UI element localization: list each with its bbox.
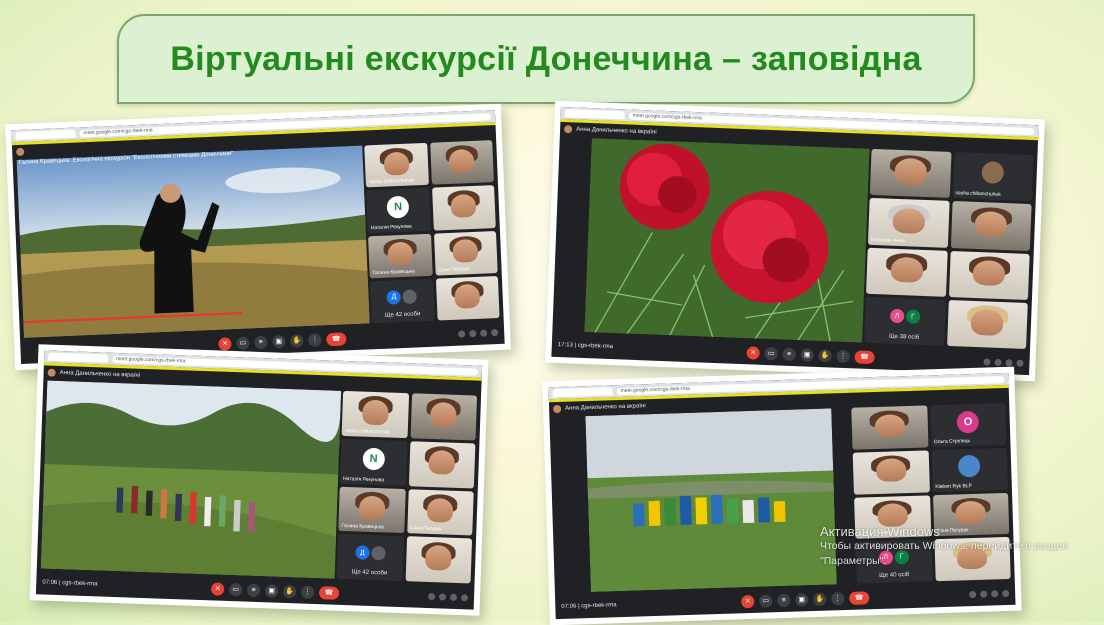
captions-icon[interactable]: ≡ — [782, 347, 796, 361]
more-options-icon[interactable]: ⋮ — [308, 332, 322, 347]
mic-off-icon[interactable]: ✕ — [741, 594, 755, 608]
present-icon[interactable]: ▣ — [272, 334, 286, 348]
watermark-title: Активация Windows — [820, 524, 940, 539]
info-icon[interactable] — [969, 590, 977, 598]
participant-tile[interactable] — [852, 450, 930, 495]
participant-tile[interactable]: N Наталія Рекунова — [339, 438, 407, 486]
camera-icon[interactable]: ▭ — [228, 582, 243, 596]
participant-tile[interactable] — [408, 440, 476, 489]
camera-icon[interactable]: ▭ — [764, 346, 778, 360]
meeting-avatar — [16, 147, 25, 157]
end-call-button[interactable]: ☎ — [326, 331, 347, 346]
camera-icon[interactable]: ▭ — [759, 593, 773, 608]
participant-tile[interactable] — [435, 275, 500, 321]
mic-off-icon[interactable]: ✕ — [210, 581, 225, 596]
slide-title: Віртуальні екскурсії Донеччина – заповід… — [170, 39, 922, 78]
participant-tile[interactable] — [851, 405, 929, 450]
participant-tile[interactable] — [405, 536, 473, 584]
presented-photo-group — [585, 408, 837, 593]
people-icon[interactable] — [469, 329, 477, 337]
participant-tile[interactable] — [869, 148, 952, 199]
meeting-label: Анна Данильченко на вкраїні — [59, 369, 141, 379]
participant-grid: sasha chikanchuhuk N Наталія Рекунова Гал… — [364, 140, 500, 324]
participant-tile[interactable]: Галина Кравецька — [338, 486, 406, 534]
watermark-line-2: Чтобы активировать Windows, перейдите в … — [820, 540, 1068, 552]
presented-photo-hike — [40, 380, 342, 579]
participant-grid: sasha chikanchuhuk Коніцева Анна Л Г Ще 38… — [864, 148, 1034, 349]
more-participants-tile[interactable]: Д Ще 42 особи — [336, 534, 404, 582]
more-participants-tile[interactable]: Д Ще 42 особи — [369, 278, 435, 324]
captions-icon[interactable]: ≡ — [246, 583, 261, 597]
camera-icon[interactable]: ▭ — [236, 335, 250, 350]
meet-screenshot-2: meet.google.com/cgs-rbek-rma Анна Даниль… — [545, 100, 1045, 382]
participant-tile[interactable] — [410, 393, 478, 441]
info-icon[interactable] — [983, 357, 991, 366]
meet-screenshot-3: meet.google.com/cgs-rbek-rma Анна Даниль… — [29, 344, 489, 616]
meeting-avatar — [47, 368, 56, 377]
activities-icon[interactable] — [460, 593, 469, 601]
participant-tile[interactable]: Соня Погурак — [406, 488, 474, 536]
raise-hand-icon[interactable]: ✋ — [282, 584, 297, 598]
captions-icon[interactable]: ≡ — [777, 593, 791, 607]
people-icon[interactable] — [994, 358, 1002, 366]
activities-icon[interactable] — [1016, 359, 1024, 367]
chat-icon[interactable] — [480, 328, 488, 337]
activities-icon[interactable] — [1002, 589, 1010, 597]
participant-tile[interactable]: sasha chikanchuhuk — [364, 142, 429, 188]
people-icon[interactable] — [980, 590, 988, 598]
end-call-button[interactable]: ☎ — [318, 585, 340, 600]
windows-activation-watermark: Активация Windows Чтобы активировать Win… — [820, 524, 1068, 569]
watermark-line-3: "Параметры". — [820, 555, 887, 567]
participant-tile[interactable]: Коніцева Анна — [867, 198, 950, 248]
presented-video: Галина Кравецька. Екологічна екскурсія "… — [16, 145, 370, 338]
participant-tile[interactable]: Соня Погурак — [433, 230, 498, 276]
more-options-icon[interactable]: ⋮ — [836, 349, 850, 363]
end-call-button[interactable]: ☎ — [854, 349, 875, 364]
present-icon[interactable]: ▣ — [795, 592, 809, 607]
mic-off-icon[interactable]: ✕ — [746, 345, 760, 360]
raise-hand-icon[interactable]: ✋ — [818, 348, 832, 362]
meeting-avatar — [553, 404, 562, 414]
chat-icon[interactable] — [1005, 358, 1013, 366]
participant-tile[interactable] — [431, 185, 496, 231]
participant-tile[interactable]: Галина Кравецька — [368, 233, 433, 279]
participant-tile[interactable] — [948, 250, 1030, 300]
more-participants-tile[interactable]: Л Г Ще 38 осіб — [864, 296, 946, 346]
meeting-label: Анна Данильченко на вкраїні — [576, 126, 657, 136]
meeting-label: Анна Данильченко на вкраїні — [565, 403, 646, 412]
activities-icon[interactable] — [491, 328, 499, 336]
participant-tile[interactable] — [866, 247, 948, 297]
meeting-avatar — [563, 125, 573, 134]
info-icon[interactable] — [427, 592, 436, 600]
meet-screenshot-1: meet.google.com/cgs-rbek-rma Галина Крав… — [5, 103, 511, 371]
present-icon[interactable]: ▣ — [264, 583, 279, 598]
participant-tile[interactable]: N Наталія Рекунова — [366, 188, 431, 233]
participant-grid: sasha chikanchuhuk N Наталія Рекунова Гал… — [336, 390, 478, 584]
participant-tile[interactable] — [950, 201, 1032, 251]
captions-icon[interactable]: ≡ — [254, 335, 268, 349]
participant-tile[interactable] — [429, 140, 494, 185]
raise-hand-icon[interactable]: ✋ — [290, 333, 304, 348]
participant-tile[interactable] — [946, 299, 1028, 349]
mic-off-icon[interactable]: ✕ — [218, 336, 232, 351]
people-icon[interactable] — [438, 592, 447, 601]
raise-hand-icon[interactable]: ✋ — [813, 592, 827, 606]
slide-title-box: Віртуальні екскурсії Донеччина – заповід… — [117, 14, 975, 104]
participant-tile[interactable]: Klebert Ryk BLP — [931, 447, 1008, 492]
participant-tile[interactable]: sasha chikanchuhuk — [952, 152, 1034, 202]
end-call-button[interactable]: ☎ — [849, 590, 870, 605]
participant-tile[interactable]: О Ольга Стрілець — [929, 402, 1007, 448]
participant-tile[interactable]: sasha chikanchuhuk — [341, 390, 409, 438]
present-icon[interactable]: ▣ — [800, 347, 814, 362]
chat-icon[interactable] — [991, 589, 999, 597]
chat-icon[interactable] — [449, 593, 458, 601]
info-icon[interactable] — [458, 329, 466, 338]
more-options-icon[interactable]: ⋮ — [300, 585, 315, 599]
more-options-icon[interactable]: ⋮ — [831, 591, 845, 606]
meet-screenshot-4: meet.google.com/cgs-rbek-rma Анна Даниль… — [542, 366, 1022, 625]
presented-photo-peony — [584, 138, 870, 343]
